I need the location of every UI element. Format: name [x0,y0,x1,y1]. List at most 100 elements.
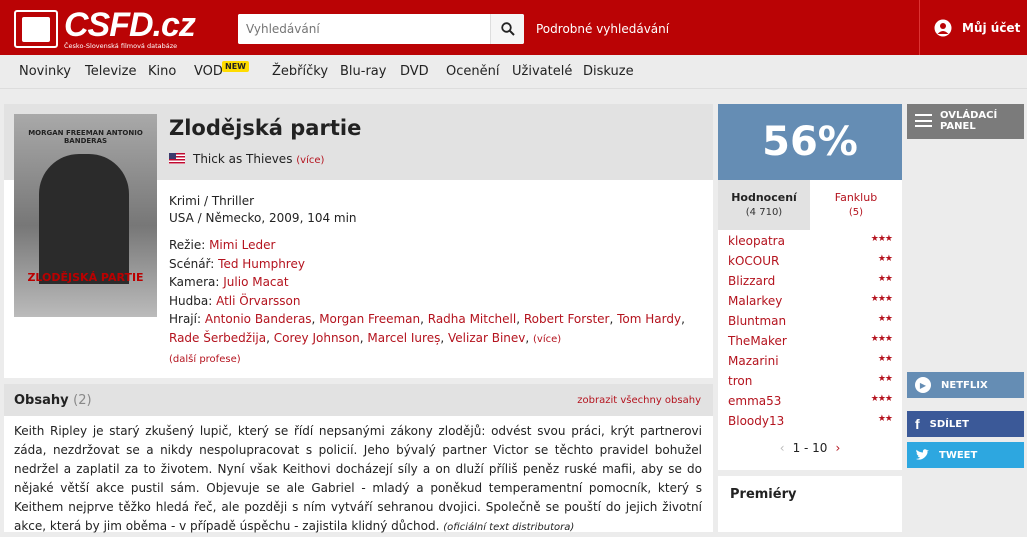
user-icon [934,19,952,36]
control-panel-line1: OVLÁDACÍ [940,110,998,121]
netflix-label: NETFLIX [941,379,988,391]
film-credits: Režie: Mimi Leder Scénář: Ted Humphrey K… [169,236,699,370]
user-rating-row[interactable]: TheMaker ★★★ [728,334,893,354]
advanced-search-link[interactable]: Podrobné vyhledávání [536,22,669,36]
stars-icon: ★★★ [870,334,893,344]
writer-label: Scénář: [169,256,215,271]
cast-link[interactable]: Robert Forster [524,312,610,326]
menu-item-diskuze[interactable]: Diskuze [583,64,634,79]
search-input[interactable] [238,14,490,44]
more-professions-link[interactable]: (další profese) [169,354,241,365]
menu-item-kino[interactable]: Kino [148,64,176,79]
camera-label: Kamera: [169,275,220,289]
user-name: Mazarini [728,354,779,368]
director-row: Režie: Mimi Leder [169,236,699,255]
cast-link[interactable]: Rade Šerbedžija [169,331,266,345]
chevron-left-icon[interactable]: ‹ [780,441,785,455]
film-card: MORGAN FREEMAN ANTONIO BANDERAS ZLODĚJSK… [4,104,713,378]
alt-title-more-link[interactable]: (více) [296,155,324,166]
control-panel-label: OVLÁDACÍ PANEL [940,110,997,132]
cast-link[interactable]: Marcel Iureș [367,331,440,345]
netflix-button[interactable]: ▶ NETFLIX [907,372,1024,398]
user-name: tron [728,374,753,388]
menu-item-novinky[interactable]: Novinky [19,64,71,79]
cast-link[interactable]: Velizar Binev [448,331,525,345]
menu-item-uzivatele[interactable]: Uživatelé [512,64,572,79]
film-origin: USA / Německo, 2009, 104 min [169,211,357,225]
cast-more-link[interactable]: (více) [533,334,561,345]
film-poster[interactable]: MORGAN FREEMAN ANTONIO BANDERAS ZLODĚJSK… [14,114,157,317]
search-icon [500,22,515,36]
music-row: Hudba: Atli Örvarsson [169,292,699,311]
csfd-logo[interactable]: CSFD.cz Česko-Slovenská filmová databáze [14,6,196,52]
camera-link[interactable]: Julio Macat [223,275,288,289]
user-name: Bloody13 [728,414,785,428]
stars-icon: ★★ [877,254,893,264]
user-rating-row[interactable]: Blizzard ★★ [728,274,893,294]
logo-text: CSFD.cz [64,6,196,44]
rating-panel: 56% Hodnocení (4 710) Fanklub (5) kleopatr… [718,104,902,470]
top-bar: CSFD.cz Česko-Slovenská filmová databáze… [0,0,1027,55]
cast-link[interactable]: Morgan Freeman [319,312,420,326]
user-rating-row[interactable]: Bloody13 ★★ [728,414,893,434]
director-link[interactable]: Mimi Leder [209,238,275,252]
menu-item-dvd[interactable]: DVD [400,64,429,79]
menu-icon [915,114,932,127]
user-rating-row[interactable]: kOCOUR ★★ [728,254,893,274]
plot-source: (oficiální text distributora) [443,522,575,533]
cast-link[interactable]: Radha Mitchell [428,312,516,326]
stars-icon: ★★ [877,374,893,384]
user-rating-row[interactable]: emma53 ★★★ [728,394,893,414]
stars-icon: ★★ [877,314,893,324]
user-rating-row[interactable]: Mazarini ★★ [728,354,893,374]
menu-item-zebricky[interactable]: Žebříčky [272,64,328,79]
tab-fanclub-count: (5) [848,207,864,218]
menu-item-oceneni[interactable]: Ocenění [446,64,499,79]
plot-title-text: Obsahy [14,393,69,408]
plot-body: Keith Ripley je starý zkušený lupič, kte… [14,424,702,533]
plot-section: Obsahy (2) zobrazit všechny obsahy Keith… [4,384,713,533]
usa-flag-icon [169,153,185,164]
main-menu: Novinky Televize Kino VOD Žebříčky Blu-r… [0,55,1027,89]
tab-fanclub[interactable]: Fanklub (5) [810,180,902,230]
control-panel-button[interactable]: OVLÁDACÍ PANEL [907,104,1024,139]
tweet-button[interactable]: TWEET [907,442,1024,468]
chevron-right-icon[interactable]: › [835,441,840,455]
share-button[interactable]: f SDÍLET [907,411,1024,437]
stars-icon: ★★ [877,274,893,284]
premieres-section: Premiéry [718,476,902,532]
stars-icon: ★★★ [870,234,893,244]
director-label: Režie: [169,238,206,252]
user-rating-row[interactable]: tron ★★ [728,374,893,394]
search-button[interactable] [490,14,524,44]
user-rating-row[interactable]: Malarkey ★★★ [728,294,893,314]
tab-ratings-label: Hodnocení [731,191,797,204]
menu-item-televize[interactable]: Televize [85,64,136,79]
user-name: emma53 [728,394,782,408]
share-label: SDÍLET [929,418,969,430]
music-link[interactable]: Atli Örvarsson [216,294,300,308]
poster-names: MORGAN FREEMAN ANTONIO BANDERAS [28,129,143,145]
poster-figures [39,154,129,284]
stars-icon: ★★★ [870,294,893,304]
user-name: Blizzard [728,274,776,288]
show-all-plots-link[interactable]: zobrazit všechny obsahy [577,395,701,406]
account-label: Můj účet [962,20,1021,35]
logo-film-icon [14,10,58,48]
plot-count: (2) [73,393,92,408]
user-name: Bluntman [728,314,787,328]
tab-ratings[interactable]: Hodnocení (4 710) [718,180,810,230]
facebook-icon: f [915,416,920,432]
menu-item-bluray[interactable]: Blu-ray [340,64,386,79]
poster-title: ZLODĚJSKÁ PARTIE [27,271,144,284]
menu-item-vod[interactable]: VOD [194,64,223,79]
user-rating-row[interactable]: Bluntman ★★ [728,314,893,334]
account-button[interactable]: Můj účet [919,0,1027,55]
cast-row: Hrají: Antonio Banderas, Morgan Freeman,… [169,312,685,345]
cast-link[interactable]: Corey Johnson [274,331,360,345]
user-name: kOCOUR [728,254,780,268]
user-rating-row[interactable]: kleopatra ★★★ [728,234,893,254]
writer-link[interactable]: Ted Humphrey [218,257,305,271]
cast-link[interactable]: Tom Hardy [617,312,681,326]
cast-link[interactable]: Antonio Banderas [205,312,312,326]
